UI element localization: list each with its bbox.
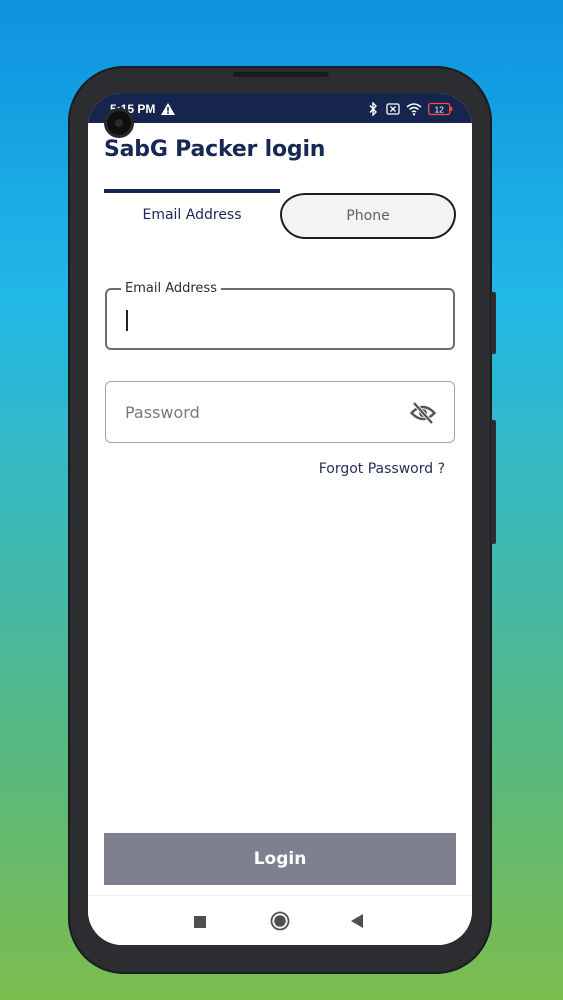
no-sim-icon — [386, 103, 400, 115]
email-field[interactable]: Email Address — [105, 281, 455, 350]
status-bar: 5:15 PM 12 — [88, 93, 472, 123]
wifi-icon — [406, 103, 422, 116]
text-cursor — [126, 310, 128, 331]
warning-icon — [161, 103, 175, 115]
battery-icon: 12 — [428, 102, 453, 116]
eye-off-icon[interactable] — [410, 401, 436, 425]
back-icon[interactable] — [351, 914, 363, 928]
battery-level-text: 12 — [434, 105, 444, 115]
login-button[interactable]: Login — [104, 833, 456, 885]
power-button — [491, 420, 496, 544]
recent-apps-icon[interactable] — [194, 916, 206, 928]
app-screen: 5:15 PM 12 SabG Packer login Email Addre… — [88, 93, 472, 945]
bluetooth-icon — [369, 102, 377, 116]
home-icon[interactable] — [270, 911, 290, 931]
login-method-tabs: Email Address Phone — [104, 189, 456, 239]
front-camera — [104, 108, 134, 138]
tab-phone[interactable]: Phone — [280, 189, 456, 239]
forgot-password-link[interactable]: Forgot Password ? — [319, 461, 445, 477]
phone-speaker — [233, 72, 329, 77]
tab-email-address[interactable]: Email Address — [104, 189, 280, 239]
page-title: SabG Packer login — [104, 137, 326, 162]
password-field[interactable] — [105, 381, 455, 443]
password-input[interactable] — [125, 397, 395, 427]
volume-button — [491, 292, 496, 354]
email-field-label: Email Address — [121, 281, 221, 296]
android-nav-bar — [88, 895, 472, 945]
email-input[interactable] — [125, 304, 395, 334]
